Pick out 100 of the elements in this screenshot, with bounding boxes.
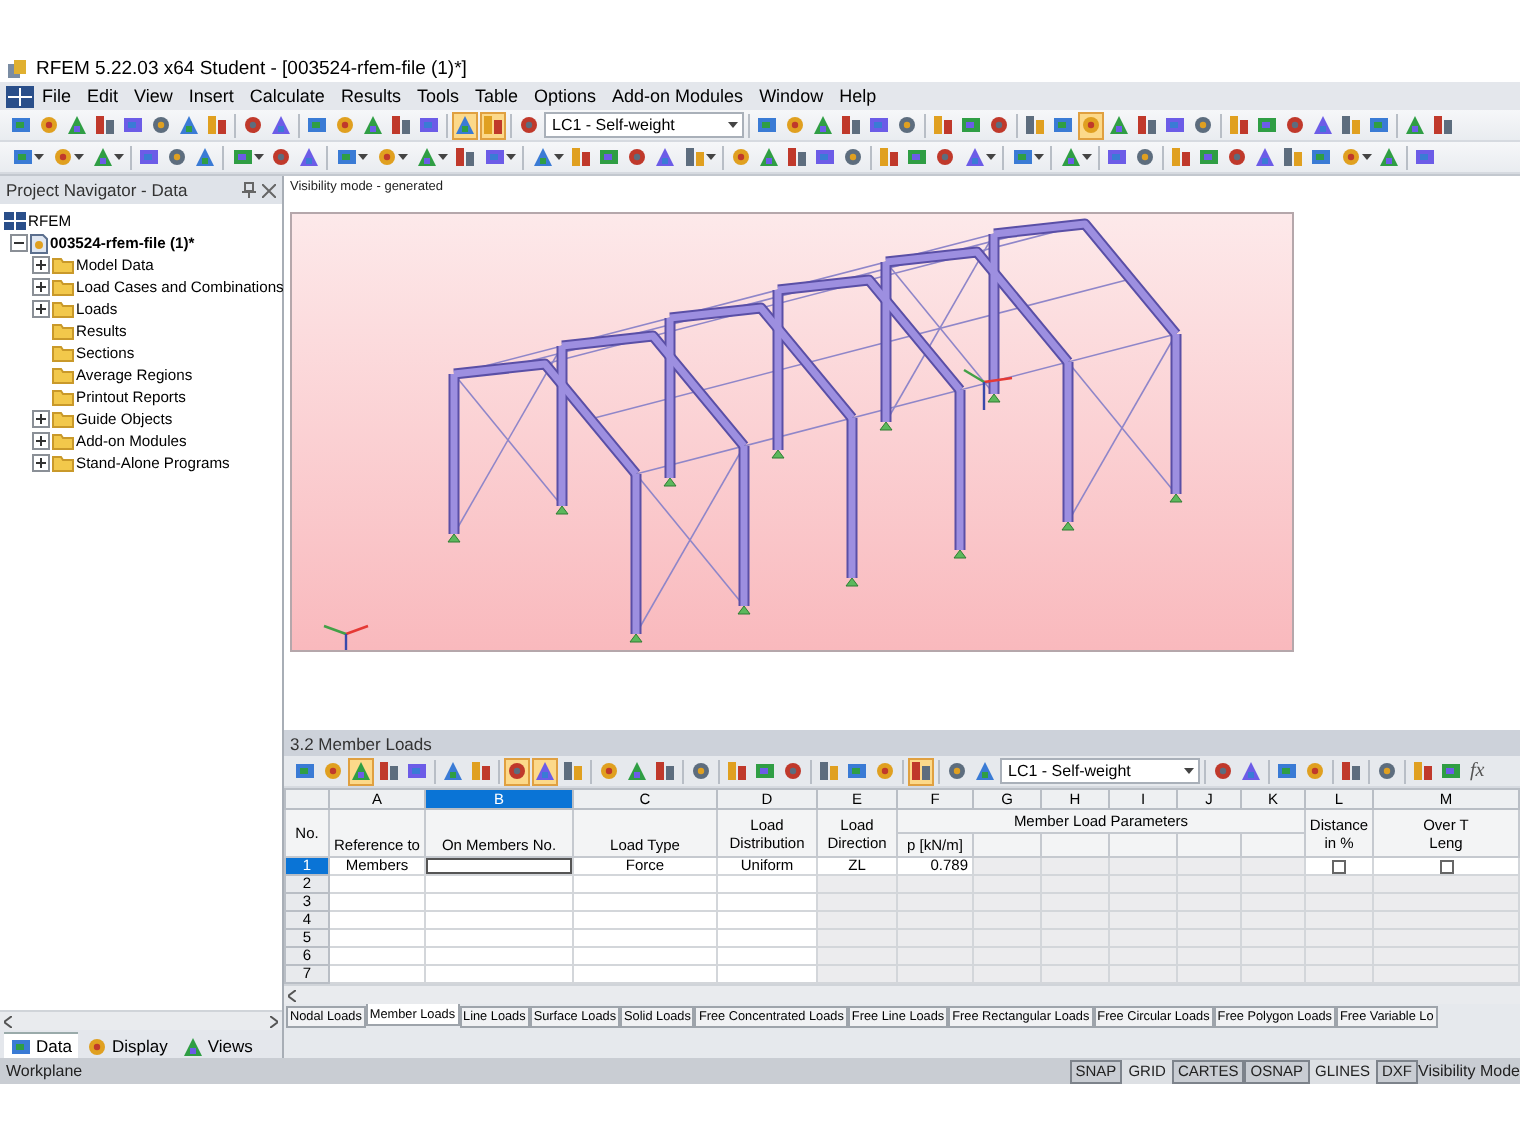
menu-item[interactable]: Window: [751, 86, 832, 106]
toolbar-button[interactable]: [504, 757, 530, 785]
toolbar-button[interactable]: [1410, 757, 1436, 785]
dropdown-button[interactable]: [412, 143, 450, 171]
toolbar-button[interactable]: [652, 143, 678, 171]
toolbar-button[interactable]: [1338, 757, 1364, 785]
expand-icon[interactable]: [32, 278, 50, 296]
menu-item[interactable]: Results: [332, 86, 409, 106]
arrow-right-icon[interactable]: [270, 1015, 278, 1027]
toolbar-button[interactable]: [838, 111, 864, 139]
dropdown-button[interactable]: [88, 143, 126, 171]
dropdown-button[interactable]: [528, 143, 566, 171]
toolbar-button[interactable]: [268, 143, 294, 171]
model-view[interactable]: [290, 212, 1294, 652]
toolbar-button[interactable]: [1168, 143, 1194, 171]
toolbar-button[interactable]: [468, 757, 494, 785]
toolbar-button[interactable]: [972, 757, 998, 785]
collapse-icon[interactable]: [10, 234, 28, 252]
toolbar-button[interactable]: [560, 757, 586, 785]
toolbar-button[interactable]: [320, 757, 346, 785]
dropdown-button[interactable]: [960, 143, 998, 171]
toolbar-button[interactable]: [176, 111, 202, 139]
toolbar-button[interactable]: [1430, 111, 1456, 139]
menu-item[interactable]: Table: [466, 86, 526, 106]
menu-item[interactable]: Options: [525, 86, 605, 106]
toolbar-button[interactable]: [986, 111, 1012, 139]
toolbar-button[interactable]: [932, 143, 958, 171]
toolbar-button[interactable]: [204, 111, 230, 139]
toolbar-button[interactable]: [816, 757, 842, 785]
toolbar-button[interactable]: [1210, 757, 1236, 785]
toolbar-button[interactable]: [1280, 143, 1306, 171]
toolbar-button[interactable]: [784, 143, 810, 171]
expand-icon[interactable]: [32, 300, 50, 318]
horizontal-scrollbar[interactable]: [284, 984, 1520, 1004]
toolbar-button[interactable]: [1402, 111, 1428, 139]
toolbar-button[interactable]: [1238, 757, 1264, 785]
toolbar-button[interactable]: [452, 111, 478, 139]
menu-item[interactable]: Help: [831, 86, 885, 106]
arrow-left-icon[interactable]: [288, 989, 296, 1001]
expand-icon[interactable]: [32, 454, 50, 472]
toolbar-button[interactable]: [440, 757, 466, 785]
menu-item[interactable]: Edit: [79, 86, 127, 106]
toolbar-button[interactable]: [1224, 143, 1250, 171]
toolbar-button[interactable]: [148, 111, 174, 139]
toolbar-button[interactable]: [724, 757, 750, 785]
expand-icon[interactable]: [32, 432, 50, 450]
navigator-tab[interactable]: Views: [175, 1032, 259, 1058]
load-case-combo[interactable]: LC1 - Self-weight: [544, 112, 744, 138]
toolbar-button[interactable]: [782, 111, 808, 139]
horizontal-scrollbar[interactable]: [0, 1010, 282, 1030]
toolbar-button[interactable]: [192, 143, 218, 171]
toolbar-button[interactable]: [452, 143, 478, 171]
toolbar-button[interactable]: [944, 757, 970, 785]
toolbar-button[interactable]: [92, 111, 118, 139]
toolbar-button[interactable]: [268, 111, 294, 139]
toolbar-button[interactable]: [624, 757, 650, 785]
toolbar-button[interactable]: [1106, 111, 1132, 139]
formula-button[interactable]: fx: [1466, 757, 1489, 785]
toolbar-button[interactable]: [516, 111, 542, 139]
toolbar-button[interactable]: [876, 143, 902, 171]
toolbar-button[interactable]: [728, 143, 754, 171]
toolbar-button[interactable]: [810, 111, 836, 139]
pin-icon[interactable]: [242, 182, 256, 198]
menu-item[interactable]: Insert: [180, 86, 242, 106]
app-menu-icon[interactable]: [6, 85, 34, 107]
toolbar-button[interactable]: [872, 757, 898, 785]
toolbar-button[interactable]: [688, 757, 714, 785]
toolbar-button[interactable]: [1374, 757, 1400, 785]
toolbar-button[interactable]: [780, 757, 806, 785]
toolbar-button[interactable]: [1022, 111, 1048, 139]
toolbar-button[interactable]: [164, 143, 190, 171]
toolbar-button[interactable]: [624, 143, 650, 171]
toolbar-button[interactable]: [1078, 111, 1104, 139]
toolbar-button[interactable]: [1134, 111, 1160, 139]
dropdown-button[interactable]: [1056, 143, 1094, 171]
toolbar-button[interactable]: [1252, 143, 1278, 171]
dropdown-button[interactable]: [680, 143, 718, 171]
menu-item[interactable]: Add-on Modules: [604, 86, 752, 106]
toolbar-button[interactable]: [756, 143, 782, 171]
expand-icon[interactable]: [32, 256, 50, 274]
toolbar-button[interactable]: [240, 111, 266, 139]
toolbar-button[interactable]: [332, 111, 358, 139]
toolbar-button[interactable]: [36, 111, 62, 139]
close-icon[interactable]: [262, 183, 276, 197]
menu-item[interactable]: Calculate: [241, 86, 333, 106]
toolbar-button[interactable]: [1190, 111, 1216, 139]
menu-item[interactable]: View: [126, 86, 181, 106]
checkbox[interactable]: [1439, 859, 1453, 873]
menu-item[interactable]: File: [34, 86, 80, 106]
navigator-tab[interactable]: Data: [4, 1032, 78, 1058]
toolbar-button[interactable]: [840, 143, 866, 171]
toolbar-button[interactable]: [360, 111, 386, 139]
toolbar-button[interactable]: [1338, 111, 1364, 139]
toolbar-button[interactable]: [908, 757, 934, 785]
toolbar-button[interactable]: [64, 111, 90, 139]
toolbar-button[interactable]: [480, 111, 506, 139]
toolbar-button[interactable]: [532, 757, 558, 785]
toolbar-button[interactable]: [1376, 143, 1402, 171]
load-case-combo[interactable]: LC1 - Self-weight: [1000, 758, 1200, 784]
navigator-tab[interactable]: Display: [79, 1032, 174, 1058]
